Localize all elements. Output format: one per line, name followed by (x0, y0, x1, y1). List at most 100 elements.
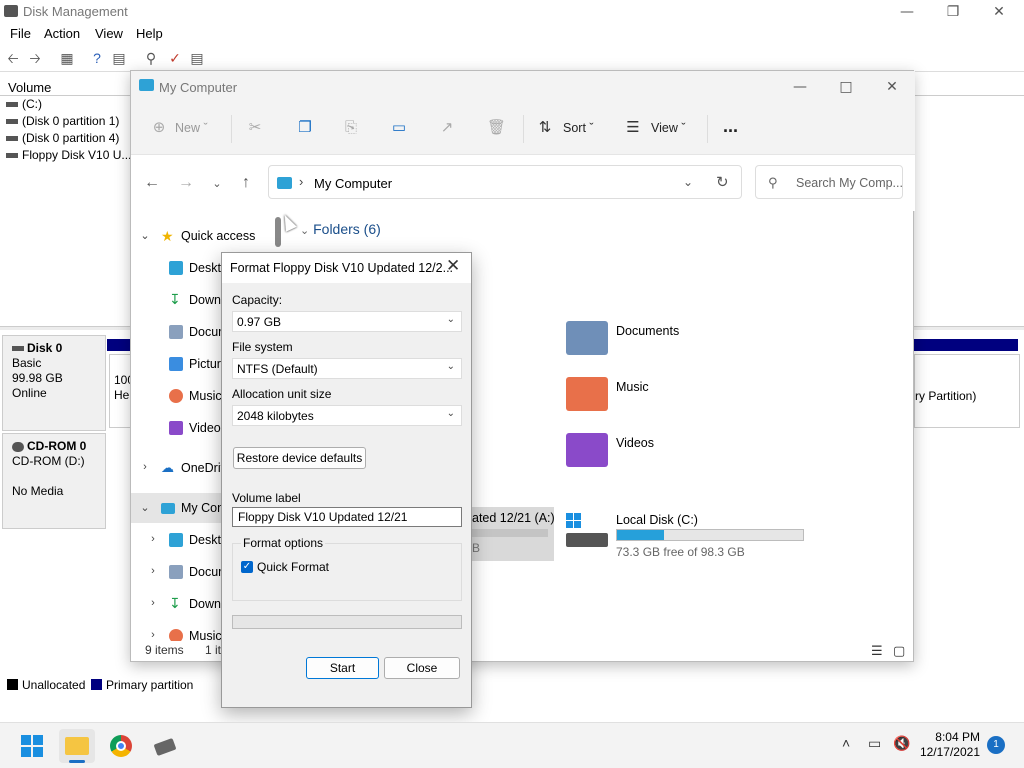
capacity-label: Capacity: (232, 293, 283, 307)
restore-defaults-button[interactable]: Restore device defaults (233, 447, 366, 469)
taskbar: ˄ ▭ 🔇 8:04 PM 12/17/2021 1 (0, 722, 1024, 768)
back-icon[interactable]: 🡠 (4, 50, 22, 66)
usb-drive-app-icon[interactable] (147, 729, 183, 763)
menu-bar: File Action View Help (0, 24, 1024, 44)
menu-file[interactable]: File (10, 26, 31, 41)
local-disk-c-item[interactable]: Local Disk (C:) 73.3 GB free of 98.3 GB (566, 511, 816, 561)
more-options-button[interactable]: ... (723, 116, 738, 137)
folder-music[interactable]: Music (566, 377, 786, 421)
partition-block[interactable]: ry Partition) (914, 354, 1020, 428)
check-icon[interactable]: ✓ (166, 50, 184, 66)
volume-muted-icon[interactable]: 🔇 (893, 735, 910, 752)
drive-icon (6, 119, 18, 125)
quick-format-checkbox[interactable]: ✓ (241, 561, 253, 573)
chevron-right-icon[interactable]: › (147, 565, 159, 577)
volume-label-label: Volume label (232, 491, 301, 505)
menu-action[interactable]: Action (44, 26, 80, 41)
forward-icon[interactable]: 🡢 (26, 50, 44, 66)
refresh-icon[interactable]: ↻ (716, 173, 729, 191)
close-button[interactable]: ✕ (976, 0, 1022, 24)
minimize-button[interactable]: — (884, 0, 930, 24)
connect-icon[interactable]: ⚲ (142, 50, 160, 66)
chrome-icon[interactable] (103, 729, 139, 763)
dialog-close-icon[interactable]: ✕ (446, 256, 460, 276)
maximize-button[interactable]: ❐ (930, 0, 976, 24)
cdrom-0-header[interactable]: CD-ROM 0 CD-ROM (D:) No Media (2, 433, 106, 529)
folder-name: Videos (616, 436, 654, 450)
close-button[interactable]: ✕ (869, 75, 915, 99)
volume-row[interactable]: (Disk 0 partition 1) (6, 114, 119, 128)
properties-icon[interactable]: ▦ (58, 50, 76, 66)
selected-count: 1 it (205, 643, 222, 657)
view-button[interactable]: View ˇ (651, 121, 686, 135)
chevron-down-icon[interactable]: ⌄ (139, 229, 151, 242)
chevron-right-icon[interactable]: › (147, 629, 159, 641)
music-folder-icon (566, 377, 608, 411)
tiles-view-icon[interactable]: ▢ (893, 643, 905, 659)
nav-quick-access[interactable]: ⌄ ★ Quick access (131, 221, 279, 251)
close-button[interactable]: Close (384, 657, 460, 679)
maximize-button[interactable]: □ (823, 75, 869, 99)
disk-name: Disk 0 (27, 341, 63, 355)
folder-documents[interactable]: Documents (566, 321, 786, 365)
menu-help[interactable]: Help (136, 26, 163, 41)
menu-view[interactable]: View (95, 26, 123, 41)
recent-locations-button[interactable]: ⌄ (208, 177, 226, 190)
address-dropdown-icon[interactable]: ⌄ (683, 175, 693, 189)
sort-button[interactable]: Sort ˇ (563, 121, 594, 135)
back-button[interactable]: ← (143, 174, 161, 192)
chevron-down-icon[interactable]: ⌄ (139, 501, 151, 514)
copy-icon[interactable]: ❐ (297, 120, 313, 136)
volume-row[interactable]: (C:) (6, 97, 42, 111)
nav-scrollbar-thumb[interactable] (275, 217, 281, 247)
capacity-select[interactable]: 0.97 GB ⌄ (232, 311, 462, 332)
rename-icon[interactable]: ▭ (391, 120, 407, 136)
chevron-up-icon[interactable]: ˄ (842, 735, 850, 751)
breadcrumb-location[interactable]: My Computer (314, 176, 392, 191)
folders-group-header[interactable]: ⌄ Folders (6) (300, 221, 381, 237)
cloud-icon: ☁ (161, 460, 174, 475)
floppy-drive-item[interactable]: ated 12/21 (A:) B (472, 507, 555, 561)
cut-icon[interactable]: ✂ (247, 120, 263, 136)
volume-row[interactable]: Floppy Disk V10 U... (6, 148, 131, 162)
quick-format-label[interactable]: Quick Format (257, 560, 329, 574)
volume-name: (Disk 0 partition 4) (22, 131, 120, 145)
volume-row[interactable]: (Disk 0 partition 4) (6, 131, 119, 145)
settings-icon[interactable]: ▤ (188, 50, 206, 66)
up-button[interactable]: ↑ (237, 174, 255, 192)
disk-0-header[interactable]: Disk 0 Basic 99.98 GB Online (2, 335, 106, 431)
chevron-down-icon: ⌄ (446, 361, 455, 372)
drive-icon (6, 136, 18, 142)
network-icon[interactable]: ▭ (868, 735, 881, 752)
start-button[interactable]: Start (306, 657, 379, 679)
volume-label-input[interactable]: Floppy Disk V10 Updated 12/21 (232, 507, 462, 527)
search-box[interactable]: ⚲ Search My Comp... (755, 165, 903, 199)
start-button[interactable] (14, 729, 50, 763)
folder-videos[interactable]: Videos (566, 433, 786, 477)
filesystem-select[interactable]: NTFS (Default) ⌄ (232, 358, 462, 379)
console-icon[interactable]: ▤ (110, 50, 128, 66)
legend-primary: Primary partition (106, 678, 194, 692)
chevron-right-icon[interactable]: › (147, 597, 159, 609)
file-explorer-taskbar-icon[interactable] (59, 729, 95, 763)
chevron-right-icon[interactable]: › (139, 461, 151, 473)
forward-button[interactable]: → (177, 174, 195, 192)
chevron-right-icon[interactable]: › (147, 533, 159, 545)
details-view-icon[interactable]: ☰ (871, 643, 883, 659)
volume-name: (Disk 0 partition 1) (22, 114, 120, 128)
allocation-unit-select[interactable]: 2048 kilobytes ⌄ (232, 405, 462, 426)
new-button[interactable]: New ˇ (175, 121, 208, 135)
primary-swatch (91, 679, 102, 690)
paste-icon[interactable]: ⎘ (343, 120, 359, 136)
help-icon[interactable]: ? (88, 50, 106, 66)
delete-icon[interactable]: 🗑 (487, 120, 506, 136)
video-icon (169, 421, 183, 435)
clock[interactable]: 8:04 PM 12/17/2021 (918, 730, 980, 760)
new-icon: ⊕ (152, 119, 166, 136)
notification-badge[interactable]: 1 (987, 736, 1005, 754)
chevron-down-icon: ⌄ (446, 314, 455, 325)
minimize-button[interactable]: — (777, 75, 823, 99)
share-icon[interactable]: ↗ (439, 120, 455, 136)
address-bar[interactable]: › My Computer ⌄ ↻ (268, 165, 742, 199)
legend: Unallocated Primary partition (0, 676, 220, 696)
